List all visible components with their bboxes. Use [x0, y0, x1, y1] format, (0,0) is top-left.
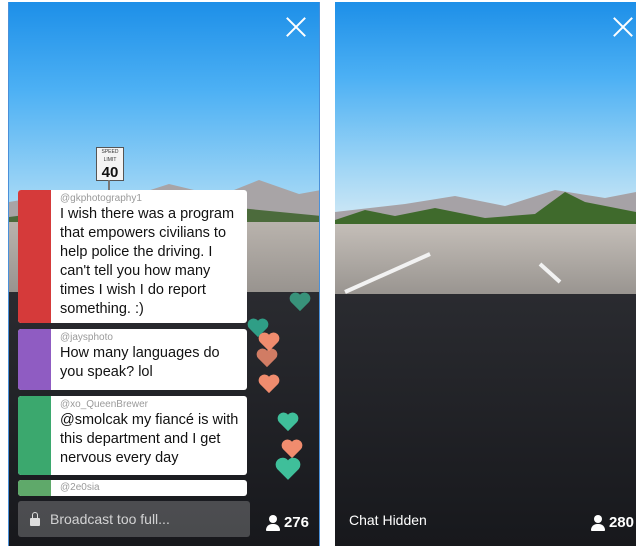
speed-sign: SPEED LIMIT 40: [96, 147, 124, 181]
heart-icon: [258, 374, 280, 394]
broadcast-view-right: Chat Hidden 280: [335, 2, 636, 546]
broadcast-view-left: SPEED LIMIT 40 @gkphotography1 I wish th…: [8, 2, 320, 546]
chat-text: How many languages do you speak? lol: [60, 345, 220, 380]
viewer-count-value: 276: [283, 514, 309, 531]
heart-icon: [256, 348, 278, 368]
viewer-count: 280: [590, 514, 634, 531]
chat-input-container[interactable]: [18, 501, 250, 537]
heart-icon: [289, 292, 311, 312]
chat-text: I wish there was a program that empowers…: [60, 206, 235, 317]
person-icon: [265, 514, 280, 531]
speed-limit-value: 40: [101, 164, 119, 181]
person-icon: [590, 514, 605, 531]
chat-username: @2e0sia: [60, 482, 100, 493]
chat-message: @gkphotography1 I wish there was a progr…: [18, 190, 247, 323]
chat-input[interactable]: [48, 510, 242, 528]
viewer-count: 276: [265, 514, 309, 531]
mountains: [335, 190, 636, 232]
car-dashboard: [335, 294, 636, 546]
heart-icon: [277, 412, 299, 432]
chat-username: @xo_QueenBrewer: [60, 399, 148, 410]
viewer-count-value: 280: [608, 514, 634, 531]
avatar: [18, 480, 51, 496]
chat-text: @smolcak my fiancé is with this departme…: [60, 412, 239, 466]
chat-username: @gkphotography1: [60, 193, 142, 204]
chat-username: @jaysphoto: [60, 332, 113, 343]
lock-icon: [30, 512, 40, 526]
avatar: [18, 329, 51, 390]
chat-message: @xo_QueenBrewer @smolcak my fiancé is wi…: [18, 396, 247, 475]
heart-icon: [275, 457, 301, 481]
chat-message: @jaysphoto How many languages do you spe…: [18, 329, 247, 390]
close-icon[interactable]: [285, 16, 307, 38]
avatar: [18, 396, 51, 475]
chat-message: @2e0sia: [18, 480, 247, 496]
heart-icon: [281, 439, 303, 459]
avatar: [18, 190, 51, 323]
chat-status-label[interactable]: Chat Hidden: [349, 512, 427, 528]
close-icon[interactable]: [612, 16, 634, 38]
